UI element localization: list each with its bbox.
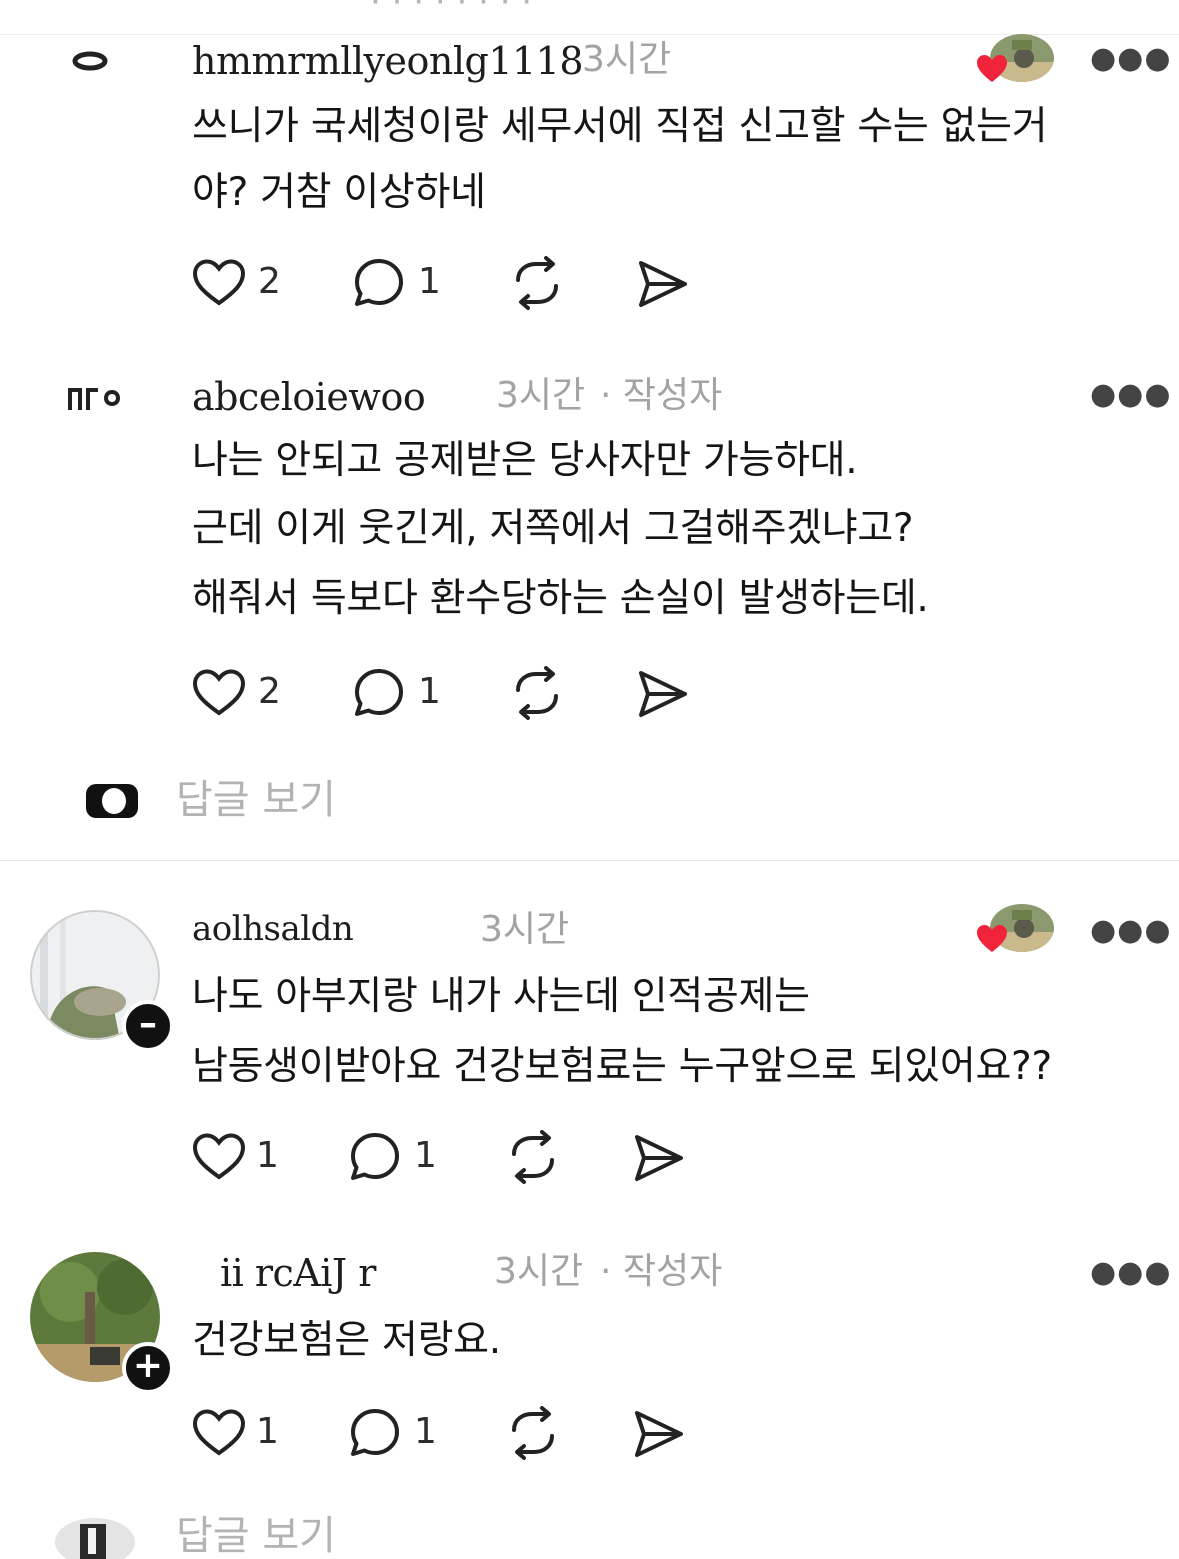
comment-username[interactable]: ii rcAiJ r [220, 1254, 376, 1292]
comment-1: hmmrmllyeonlg1118 3시간 ●●● 쓰니가 국세청이랑 세무서에… [0, 34, 1179, 334]
send-icon[interactable] [632, 1408, 686, 1460]
action-bar: 1 1 [192, 1406, 712, 1462]
top-partial-text: · · · · · · · · [370, 0, 533, 22]
more-horizontal-icon[interactable]: ●●● [1090, 44, 1172, 74]
comment-time: 3시간 [496, 375, 586, 416]
comment-time: 3시간 [494, 1251, 584, 1292]
comment-4: ii rcAiJ r 3시간 · 작성자 ●●● 건강보험은 저랑요. 1 1 [0, 1246, 1179, 1476]
comment-2: abceloiewoo 3시간 · 작성자 ●●● 나는 안되고 공제받은 당사… [0, 370, 1179, 750]
like-count: 1 [256, 1135, 279, 1176]
comment-text-line: 해줘서 득보다 환수당하는 손실이 발생하는데. [192, 576, 929, 621]
repost-icon[interactable] [508, 256, 566, 310]
more-horizontal-icon[interactable]: ●●● [1090, 380, 1172, 410]
comment-username[interactable]: abceloiewoo [192, 378, 426, 416]
repost-icon[interactable] [504, 1130, 562, 1184]
comment-username[interactable]: aolhsaldn [192, 912, 354, 946]
reply-avatar-stack-icon [55, 1518, 135, 1559]
view-replies-row[interactable]: 답글 보기 [50, 1512, 450, 1559]
speech-bubble-icon[interactable] [348, 1406, 402, 1460]
like-count: 1 [256, 1411, 279, 1452]
action-bar: 2 1 [192, 256, 712, 312]
like-count: 2 [258, 671, 281, 712]
comment-text-line: 나도 아부지랑 내가 사는데 인적공제는 [192, 974, 810, 1019]
speech-bubble-icon[interactable] [352, 666, 406, 720]
comment-time: 3시간 [480, 909, 570, 950]
heart-filled-icon [977, 925, 1007, 952]
send-icon[interactable] [632, 1132, 686, 1184]
more-horizontal-icon[interactable]: ●●● [1090, 1258, 1172, 1288]
like-count: 2 [258, 261, 281, 302]
view-replies-label[interactable]: 답글 보기 [176, 780, 336, 820]
heart-outline-icon[interactable] [192, 668, 246, 718]
comment-text-line: 건강보험은 저랑요. [192, 1318, 501, 1363]
comment-username[interactable]: hmmrmllyeonlg1118 [192, 42, 584, 80]
speech-bubble-icon[interactable] [348, 1130, 402, 1184]
comment-text-line: 나는 안되고 공제받은 당사자만 가능하대. [192, 438, 858, 483]
comment-text-line: 근데 이게 웃긴게, 저쪽에서 그걸해주겠냐고? [192, 506, 914, 551]
action-bar: 2 1 [192, 666, 712, 722]
reply-avatar-stack-icon [86, 784, 138, 818]
comment-time: 3시간 [582, 39, 672, 80]
repost-icon[interactable] [508, 666, 566, 720]
comment-3: aolhsaldn 3시간 ●●● 나도 아부지랑 내가 사는데 인적공제는 남… [0, 904, 1179, 1204]
reply-count: 1 [414, 1411, 437, 1452]
top-partial-header: · · · · · · · · [0, 0, 1179, 35]
repost-icon[interactable] [504, 1406, 562, 1460]
send-icon[interactable] [636, 258, 690, 310]
view-replies-label[interactable]: 답글 보기 [176, 1516, 336, 1556]
action-bar: 1 1 [192, 1130, 712, 1186]
author-tag: · 작성자 [600, 1251, 723, 1292]
heart-outline-icon[interactable] [192, 258, 246, 308]
send-icon[interactable] [636, 668, 690, 720]
author-liked-indicator [976, 904, 1054, 958]
reply-count: 1 [418, 261, 441, 302]
view-replies-row[interactable]: 답글 보기 [84, 772, 484, 832]
comment-text-line: 쓰니가 국세청이랑 세무서에 직접 신고할 수는 없는거 [192, 104, 1048, 149]
speech-bubble-icon[interactable] [352, 256, 406, 310]
reply-count: 1 [414, 1135, 437, 1176]
more-horizontal-icon[interactable]: ●●● [1090, 916, 1172, 946]
heart-filled-icon [977, 55, 1007, 82]
author-liked-indicator [976, 34, 1054, 88]
author-tag: · 작성자 [600, 375, 723, 416]
comment-text-line: 남동생이받아요 건강보험료는 누구앞으로 되있어요?? [192, 1044, 1052, 1089]
reply-count: 1 [418, 671, 441, 712]
comment-text-line: 야? 거참 이상하네 [192, 170, 486, 215]
heart-outline-icon[interactable] [192, 1132, 246, 1182]
heart-outline-icon[interactable] [192, 1408, 246, 1458]
thread-divider [0, 860, 1179, 861]
